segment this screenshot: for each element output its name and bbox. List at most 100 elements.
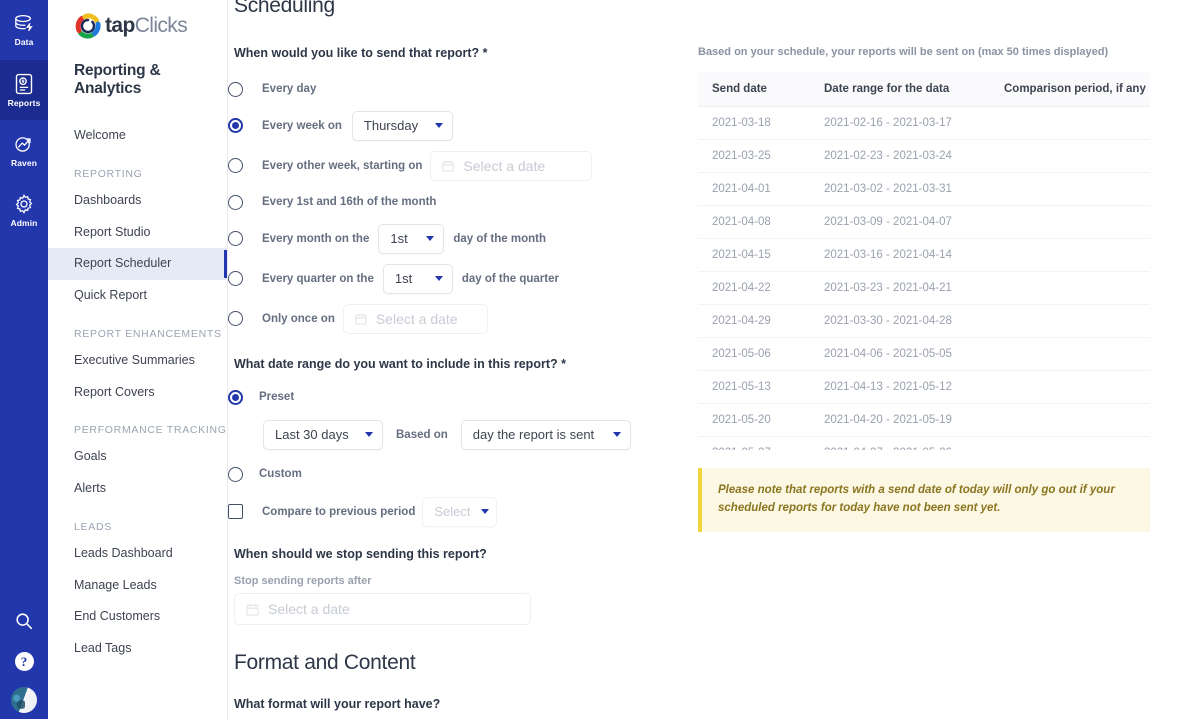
option-preset[interactable]: Preset <box>228 387 698 407</box>
radio-every-week[interactable] <box>228 118 243 133</box>
sidebar-item-welcome[interactable]: Welcome <box>48 120 227 152</box>
cell-send-date: 2021-03-18 <box>698 106 810 140</box>
cell-send-date: 2021-04-22 <box>698 271 810 305</box>
sidebar-item-goals[interactable]: Goals <box>48 441 227 473</box>
table-row: 2021-04-15 2021-03-16 - 2021-04-14 <box>698 238 1150 272</box>
avatar[interactable] <box>11 687 37 713</box>
search-icon[interactable] <box>14 611 34 636</box>
radio-every-other-week[interactable] <box>228 158 243 173</box>
database-icon <box>13 14 35 34</box>
schedule-table-body: 2021-03-18 2021-02-16 - 2021-03-17 2021-0… <box>698 106 1150 450</box>
sidebar-item-lead-tags[interactable]: Lead Tags <box>48 633 227 665</box>
rail-item-reports[interactable]: Reports <box>0 60 48 120</box>
cell-date-range: 2021-03-09 - 2021-04-07 <box>810 205 990 239</box>
table-row: 2021-05-13 2021-04-13 - 2021-05-12 <box>698 370 1150 404</box>
rail-item-data[interactable]: Data <box>0 0 48 60</box>
sidebar-group-report-enhancements: REPORT ENHANCEMENTS <box>74 327 222 340</box>
preset-range-select[interactable]: Last 30 days <box>263 419 383 450</box>
quarter-day-select[interactable]: 1st <box>382 263 453 294</box>
cell-comparison <box>990 106 1150 140</box>
sidebar-group-leads: LEADS <box>74 520 112 533</box>
option-every-other-week[interactable]: Every other week, starting on Select a d… <box>228 150 698 181</box>
other-week-date-input[interactable]: Select a date <box>430 150 593 181</box>
schedule-preview-note: Based on your schedule, your reports wil… <box>698 46 1109 58</box>
radio-1st-and-16th[interactable] <box>228 194 243 210</box>
month-day-value: 1st <box>390 231 408 246</box>
quarter-day-value: 1st <box>394 271 413 286</box>
chevron-down-icon <box>434 123 443 128</box>
rail-bottom-actions: ? <box>0 611 48 713</box>
option-every-month[interactable]: Every month on the 1st day of the month <box>228 223 698 254</box>
schedule-table-scroll[interactable]: Send date Date range for the data Compar… <box>698 58 1200 450</box>
chevron-down-icon <box>480 509 489 514</box>
table-row: 2021-04-29 2021-03-30 - 2021-04-28 <box>698 304 1150 338</box>
radio-only-once[interactable] <box>228 311 243 326</box>
option-label: Only once on <box>262 312 335 325</box>
compare-period-select[interactable]: Select <box>422 496 498 527</box>
rail-item-admin[interactable]: Admin <box>0 180 48 240</box>
sidebar-item-report-studio[interactable]: Report Studio <box>48 217 227 249</box>
cell-send-date: 2021-05-06 <box>698 337 810 371</box>
brand-logo[interactable]: tapClicks <box>48 0 227 46</box>
sidebar-item-alerts[interactable]: Alerts <box>48 473 227 505</box>
compare-checkbox[interactable] <box>228 504 243 519</box>
cell-comparison <box>990 370 1150 404</box>
compare-placeholder: Select <box>434 504 471 519</box>
option-every-week[interactable]: Every week on Thursday <box>228 110 698 141</box>
report-document-icon <box>14 73 34 95</box>
option-1st-and-16th[interactable]: Every 1st and 16th of the month <box>228 190 698 214</box>
sidebar-item-report-scheduler[interactable]: Report Scheduler <box>48 248 227 280</box>
schedule-warning-note: Please note that reports with a send dat… <box>698 468 1150 532</box>
column-comparison-period: Comparison period, if any <box>990 72 1150 107</box>
cell-comparison <box>990 205 1150 239</box>
cell-send-date: 2021-05-13 <box>698 370 810 404</box>
column-date-range: Date range for the data <box>810 72 990 107</box>
option-every-quarter[interactable]: Every quarter on the 1st day of the quar… <box>228 263 698 294</box>
cell-date-range: 2021-03-02 - 2021-03-31 <box>810 172 990 206</box>
radio-every-month[interactable] <box>228 231 243 246</box>
compare-label: Compare to previous period <box>262 505 416 518</box>
option-custom[interactable]: Custom <box>228 464 698 484</box>
chevron-down-icon <box>612 432 621 437</box>
sidebar-item-manage-leads[interactable]: Manage Leads <box>48 570 227 602</box>
cell-send-date: 2021-04-08 <box>698 205 810 239</box>
weekday-select[interactable]: Thursday <box>351 110 453 141</box>
cell-date-range: 2021-03-16 - 2021-04-14 <box>810 238 990 272</box>
option-label: Custom <box>259 468 302 480</box>
option-label: Every week on <box>262 119 342 132</box>
rail-item-label: Data <box>14 36 34 47</box>
radio-every-day[interactable] <box>228 81 243 97</box>
table-row: 2021-04-01 2021-03-02 - 2021-03-31 <box>698 172 1150 206</box>
option-only-once[interactable]: Only once on Select a date <box>228 303 698 334</box>
sidebar-item-quick-report[interactable]: Quick Report <box>48 280 227 312</box>
placeholder-text: Select a date <box>375 310 458 327</box>
rail-item-raven[interactable]: Raven <box>0 120 48 180</box>
chevron-down-icon <box>434 276 443 281</box>
sidebar-group-performance-tracking: PERFORMANCE TRACKING <box>74 424 227 437</box>
weekday-value: Thursday <box>363 118 419 133</box>
main-content: Scheduling When would you like to send t… <box>228 0 1200 719</box>
cell-date-range: 2021-04-06 - 2021-05-05 <box>810 337 990 371</box>
option-every-day[interactable]: Every day <box>228 77 698 101</box>
sidebar-item-end-customers[interactable]: End Customers <box>48 601 227 633</box>
cell-comparison <box>990 139 1150 173</box>
app-icon-rail: Data Reports Raven Admin ? <box>0 0 48 719</box>
sidebar-group-reporting: REPORTING <box>74 167 143 180</box>
sidebar-item-dashboards[interactable]: Dashboards <box>48 185 227 217</box>
format-heading: Format and Content <box>234 651 416 674</box>
compare-previous-period-row: Compare to previous period Select <box>228 496 698 527</box>
sidebar-item-report-covers[interactable]: Report Covers <box>48 377 227 409</box>
based-on-select[interactable]: day the report is sent <box>460 419 631 450</box>
radio-every-quarter[interactable] <box>228 271 243 286</box>
table-row: 2021-04-22 2021-03-23 - 2021-04-21 <box>698 271 1150 305</box>
month-day-select[interactable]: 1st <box>378 223 445 254</box>
radio-custom[interactable] <box>228 466 243 482</box>
help-icon[interactable]: ? <box>14 652 34 671</box>
stop-date-input[interactable]: Select a date <box>234 593 531 625</box>
radio-preset[interactable] <box>228 389 243 405</box>
sidebar-item-leads-dashboard[interactable]: Leads Dashboard <box>48 538 227 570</box>
sidebar-item-executive-summaries[interactable]: Executive Summaries <box>48 345 227 377</box>
cell-comparison <box>990 238 1150 272</box>
rail-item-label: Admin <box>10 217 38 228</box>
only-once-date-input[interactable]: Select a date <box>342 303 488 334</box>
